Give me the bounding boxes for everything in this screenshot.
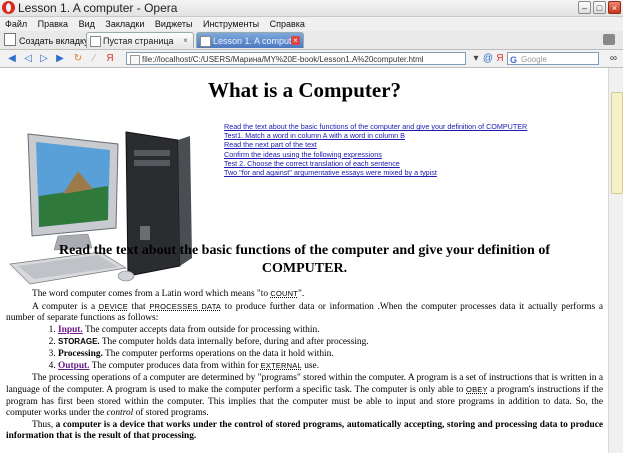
- tab-label: Пустая страница: [103, 36, 174, 46]
- reload-icon[interactable]: ↻: [72, 53, 84, 64]
- conclusion-definition: a computer is a device that works under …: [6, 419, 604, 442]
- keyword-device[interactable]: DEVICE: [99, 302, 128, 311]
- menu-file[interactable]: Файл: [5, 19, 27, 29]
- dropdown-arrow-icon[interactable]: ▾: [470, 53, 482, 64]
- page-icon: [130, 55, 140, 65]
- google-icon: G: [510, 55, 518, 65]
- title-bar: Lesson 1. A computer - Opera – □ ×: [0, 0, 623, 17]
- new-tab-button[interactable]: Создать вкладку: [4, 33, 89, 47]
- tab-bar: Создать вкладку Пустая страница × Lesson…: [0, 31, 623, 50]
- paragraph-conclusion: Thus, a computer is a device that works …: [6, 420, 603, 443]
- keyword-external[interactable]: EXTERNAL: [261, 361, 302, 370]
- close-window-button[interactable]: ×: [608, 1, 621, 14]
- address-url: file://localhost/C:/USERS/Марина/MY%20E-…: [142, 55, 424, 64]
- forward-arrow-icon[interactable]: ▷: [38, 53, 50, 64]
- new-tab-label: Создать вкладку: [19, 36, 89, 46]
- menu-edit[interactable]: Правка: [38, 19, 68, 29]
- back-arrow-icon[interactable]: ◁: [22, 53, 34, 64]
- list-item: STORAGE. The computer holds data interna…: [58, 336, 603, 349]
- minimize-button[interactable]: –: [578, 1, 591, 14]
- tab-lesson-computer[interactable]: Lesson 1. A computer ×: [196, 32, 304, 48]
- opera-logo-icon: [2, 1, 15, 14]
- article-body: The word computer comes from a Latin wor…: [6, 288, 603, 443]
- yandex-icon[interactable]: Я: [104, 53, 116, 64]
- function-input-link[interactable]: Input.: [58, 325, 83, 335]
- wand-icon[interactable]: ⁄: [88, 53, 100, 64]
- search-input[interactable]: G Google: [507, 52, 599, 65]
- text-run: The computer performs operations on the …: [102, 348, 334, 359]
- tab-blank-page[interactable]: Пустая страница ×: [86, 32, 194, 48]
- vertical-scrollbar[interactable]: [608, 68, 623, 453]
- paragraph-intro: The word computer comes from a Latin wor…: [6, 288, 603, 301]
- back-arrow-icon[interactable]: ◀: [6, 53, 18, 64]
- menu-view[interactable]: Вид: [79, 19, 95, 29]
- text-run: of stored programs.: [133, 408, 209, 418]
- menu-bar: Файл Правка Вид Закладки Виджеты Инструм…: [0, 17, 623, 31]
- new-tab-icon: [4, 33, 16, 46]
- text-run: The computer accepts data from outside f…: [82, 324, 320, 335]
- toc-link-essays[interactable]: Two "for and against" argumentative essa…: [224, 168, 527, 177]
- menu-help[interactable]: Справка: [270, 19, 305, 29]
- page-content: What is a Computer? Read the text about …: [0, 68, 609, 453]
- yandex-icon[interactable]: Я: [494, 53, 506, 64]
- text-run: use.: [301, 361, 320, 371]
- forward-arrow-icon[interactable]: ▶: [54, 53, 66, 64]
- toc-link-read-text[interactable]: Read the text about the basic functions …: [224, 122, 527, 131]
- list-item: Input. The computer accepts data from ou…: [58, 325, 603, 337]
- toc-link-test2[interactable]: Test 2. Choose the correct translation o…: [224, 159, 527, 168]
- page-icon: [90, 36, 101, 47]
- table-of-contents: Read the text about the basic functions …: [224, 122, 527, 177]
- at-icon[interactable]: @: [482, 53, 494, 64]
- page-title: What is a Computer?: [207, 78, 402, 102]
- paragraph-definition: A computer is a DEVICE that PROCESSES DA…: [6, 301, 603, 325]
- keyword-count[interactable]: COUNT: [270, 289, 298, 298]
- tab-label: Lesson 1. A computer: [213, 36, 300, 46]
- menu-bookmarks[interactable]: Закладки: [105, 19, 144, 29]
- function-storage-term: STORAGE.: [58, 337, 100, 346]
- toc-link-confirm-ideas[interactable]: Confirm the ideas using the following ex…: [224, 150, 527, 159]
- function-processing-term: Processing.: [58, 348, 103, 359]
- close-tab-icon[interactable]: ×: [181, 36, 190, 45]
- scrollbar-thumb[interactable]: [611, 92, 623, 194]
- toc-link-next-part[interactable]: Read the next part of the text: [224, 140, 527, 149]
- trash-icon[interactable]: [603, 34, 615, 45]
- glasses-icon[interactable]: ∞: [610, 53, 617, 64]
- text-run: The computer produces data from within f…: [89, 361, 261, 371]
- paragraph-programs: The processing operations of a computer …: [6, 373, 603, 420]
- list-item: Processing. The computer performs operat…: [58, 349, 603, 361]
- functions-list: Input. The computer accepts data from ou…: [6, 325, 603, 373]
- address-input[interactable]: file://localhost/C:/USERS/Марина/MY%20E-…: [126, 52, 466, 65]
- text-run: ".: [298, 289, 305, 299]
- keyword-control: control: [106, 408, 134, 418]
- menu-tools[interactable]: Инструменты: [203, 19, 259, 29]
- address-toolbar: ◀ ◁ ▷ ▶ ↻ ⁄ Я file://localhost/C:/USERS/…: [0, 50, 623, 68]
- text-run: The word computer comes from a Latin wor…: [32, 289, 271, 299]
- keyword-processes-data[interactable]: PROCESSES DATA: [149, 302, 221, 311]
- function-output-link[interactable]: Output.: [58, 361, 90, 371]
- search-placeholder: Google: [521, 55, 547, 64]
- toc-link-test1[interactable]: Test1. Match a word in column A with a w…: [224, 131, 527, 140]
- keyword-obey[interactable]: OBEY: [466, 385, 488, 394]
- list-item: Output. The computer produces data from …: [58, 360, 603, 373]
- window-title: Lesson 1. A computer - Opera: [18, 1, 178, 15]
- text-run: Thus,: [32, 419, 56, 430]
- section-heading: Read the text about the basic functions …: [58, 243, 551, 276]
- text-run: A computer is a: [32, 301, 99, 312]
- text-run: The computer holds data internally befor…: [99, 337, 369, 347]
- menu-widgets[interactable]: Виджеты: [155, 19, 193, 29]
- close-tab-icon[interactable]: ×: [291, 36, 300, 45]
- maximize-button[interactable]: □: [593, 1, 606, 14]
- page-icon: [200, 36, 211, 47]
- text-run: that: [127, 301, 150, 312]
